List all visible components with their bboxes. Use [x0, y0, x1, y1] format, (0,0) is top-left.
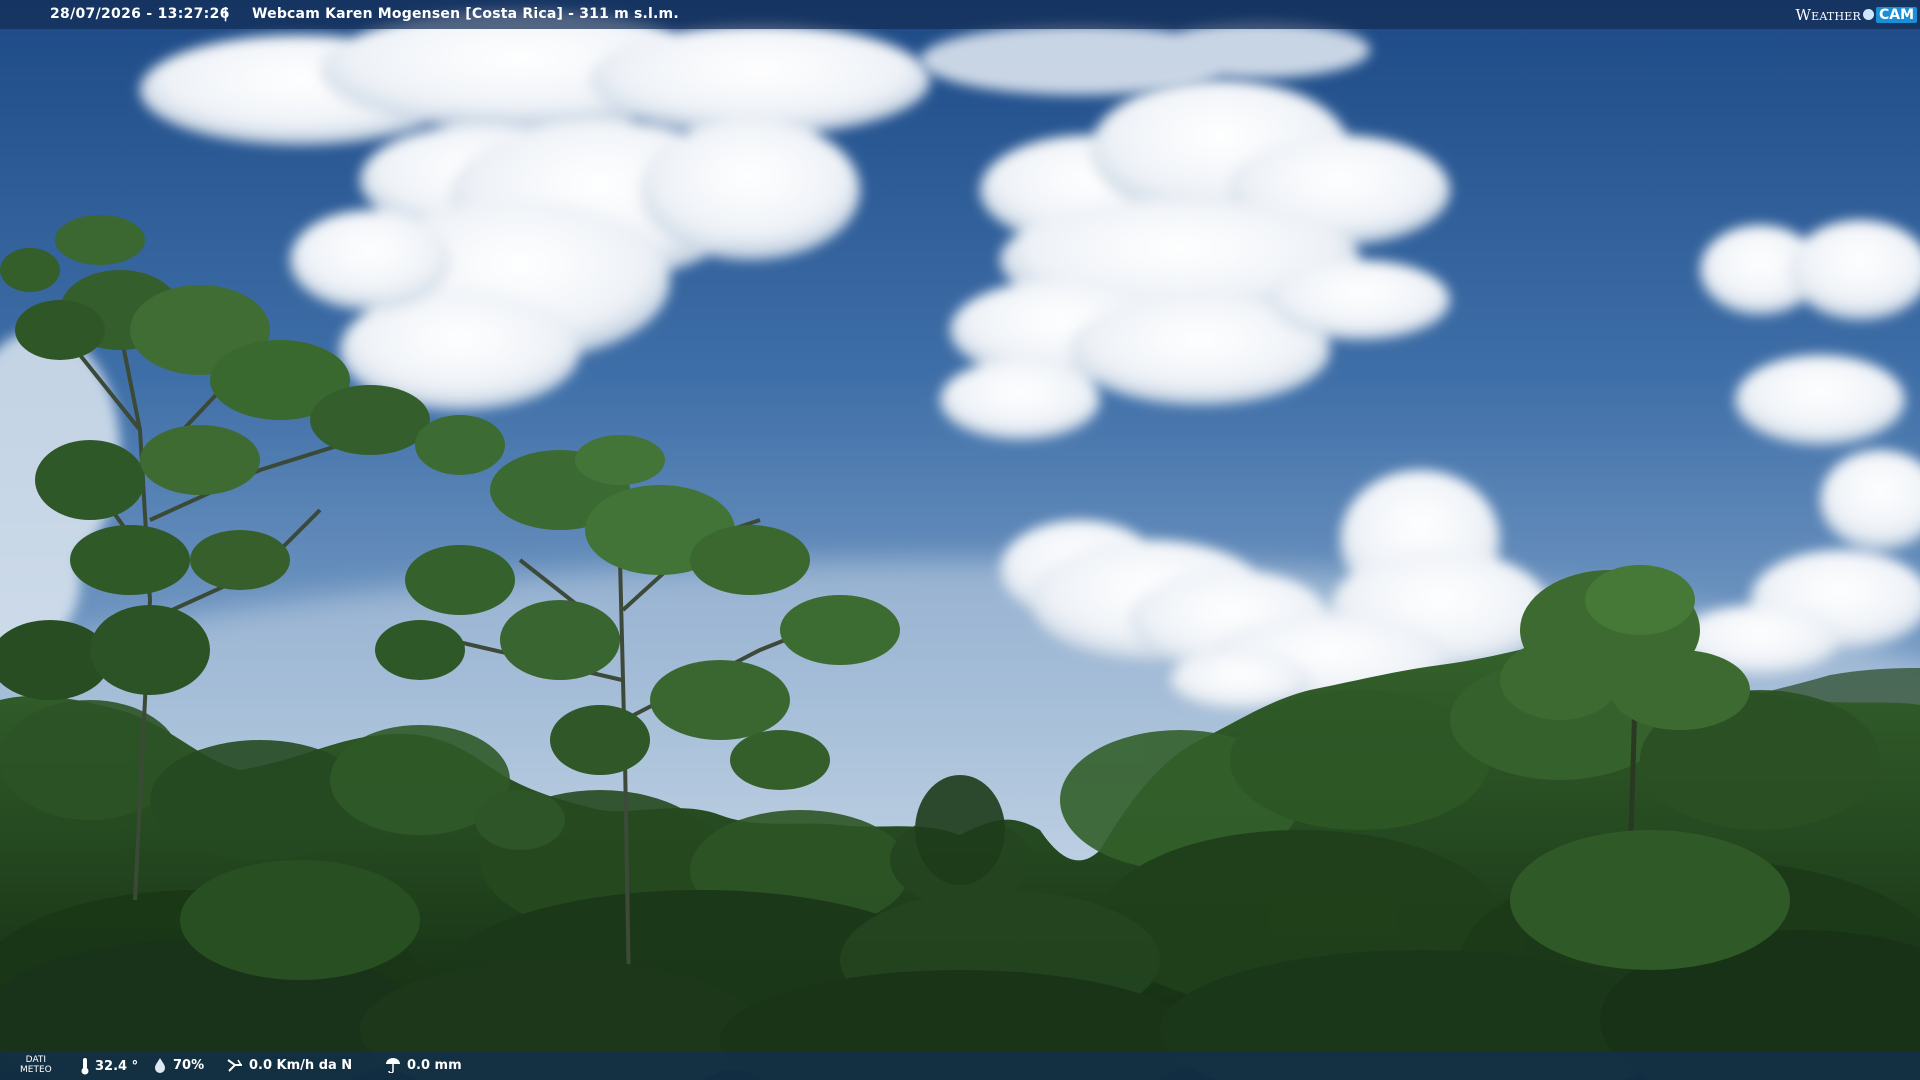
logo-cam-text: CAM	[1875, 6, 1917, 23]
webcam-frame: 28/07/2026 - 13:27:26 | Webcam Karen Mog…	[0, 0, 1920, 1080]
temperature-readout: 32.4 °	[80, 1057, 138, 1075]
rain-readout: 0.0 mm	[384, 1057, 462, 1073]
humidity-value: 70%	[173, 1057, 205, 1073]
separator: |	[223, 6, 229, 22]
weather-data-label: DATI METEO	[20, 1055, 52, 1075]
logo-weather-text: Weather	[1795, 5, 1861, 24]
rain-value: 0.0 mm	[407, 1057, 462, 1073]
top-info-bar: 28/07/2026 - 13:27:26 | Webcam Karen Mog…	[0, 0, 1920, 29]
weathercam-logo: Weather CAM	[1796, 3, 1917, 26]
temperature-value: 32.4 °	[95, 1058, 139, 1074]
wind-vane-icon	[226, 1057, 244, 1073]
humidity-readout: 70%	[152, 1057, 204, 1073]
rain-gauge-icon	[384, 1057, 402, 1073]
webcam-image	[0, 0, 1920, 1080]
webcam-caption: Webcam Karen Mogensen [Costa Rica] - 311…	[252, 6, 679, 22]
wind-readout: 0.0 Km/h da N	[226, 1057, 352, 1073]
wind-value: 0.0 Km/h da N	[249, 1057, 353, 1073]
label-line-1: DATI	[25, 1055, 47, 1065]
weather-data-bar: DATI METEO 32.4 ° 70% 0.0 Km/h da N 0.0 …	[0, 1051, 1920, 1080]
thermometer-icon	[80, 1057, 90, 1075]
humidity-drop-icon	[152, 1057, 168, 1073]
logo-globe-icon	[1862, 9, 1874, 20]
label-line-2: METEO	[20, 1065, 52, 1075]
timestamp: 28/07/2026 - 13:27:26	[50, 6, 230, 22]
